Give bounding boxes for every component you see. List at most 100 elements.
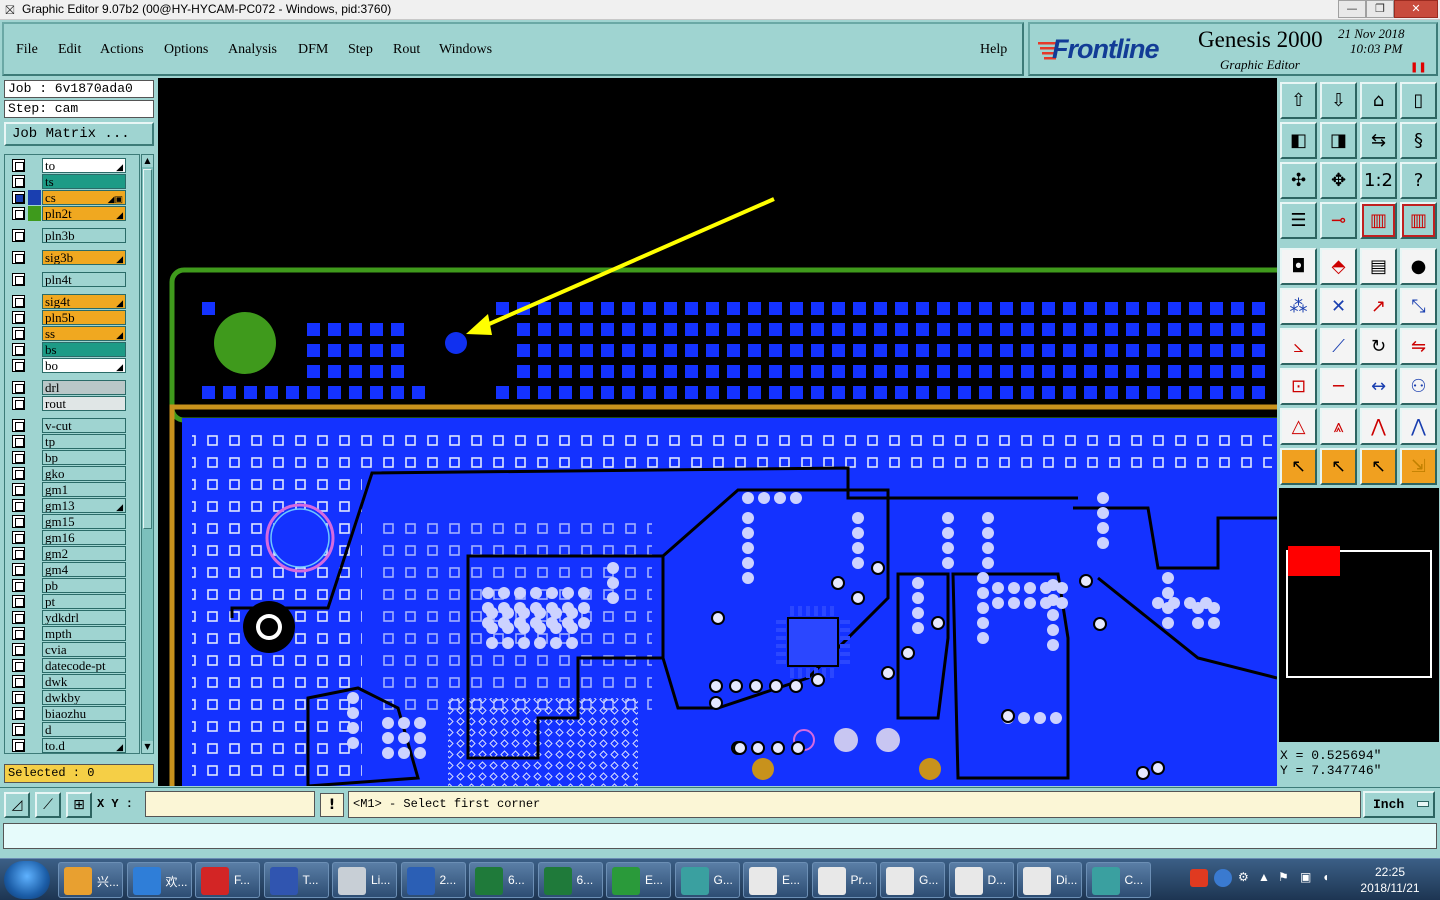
layer-checkbox[interactable] [12,691,25,704]
layer-checkbox[interactable] [12,563,25,576]
taskbar-item[interactable]: Li... [332,862,397,898]
layer-name[interactable]: cs ◢▣ [42,190,126,205]
layer-name[interactable]: gm16 [42,530,126,545]
taskbar-item[interactable]: G... [880,862,945,898]
layer-checkbox[interactable] [12,207,25,220]
layer-filter-2-icon[interactable]: ▥ [1400,202,1437,239]
taskbar-item[interactable]: D... [948,862,1014,898]
layer-row[interactable]: dwkby [5,690,139,705]
layer-color-swatch[interactable] [28,530,41,545]
layer-color-swatch[interactable] [28,250,41,265]
layer-color-swatch[interactable] [28,626,41,641]
layer-row[interactable]: sig4t ◢ [5,294,139,309]
flip-icon[interactable]: ⇋ [1400,328,1437,365]
layer-name[interactable]: gm13 ◢ [42,498,126,513]
layer-name[interactable]: pt [42,594,126,609]
start-button[interactable] [4,861,50,899]
layer-checkbox[interactable] [12,229,25,242]
layer-row[interactable]: ydkdrl [5,610,139,625]
layer-name[interactable]: gm1 [42,482,126,497]
taskbar-item[interactable]: 6... [469,862,534,898]
redraw-icon[interactable]: § [1400,122,1437,159]
layer-checkbox[interactable] [12,381,25,394]
taskbar-item[interactable]: Pr... [811,862,877,898]
layer-filter-icon[interactable]: ▥ [1360,202,1397,239]
layer-name[interactable]: ts [42,174,126,189]
zoom-window-icon[interactable]: ▯ [1400,82,1437,119]
input-method-icon[interactable] [1190,869,1208,887]
layer-checkbox[interactable] [12,397,25,410]
layer-name[interactable]: gko [42,466,126,481]
layer-checkbox[interactable] [12,311,25,324]
layer-row[interactable]: cs ◢▣ [5,190,139,205]
copy-icon[interactable]: ⤡ [1400,288,1437,325]
layer-row[interactable]: bp [5,450,139,465]
layer-checkbox[interactable] [12,547,25,560]
layer-name[interactable]: datecode-pt [42,658,126,673]
tray-flag-icon[interactable]: ⚑ [1278,870,1289,884]
job-matrix-button[interactable]: Job Matrix ... [4,122,154,146]
arrow-up-icon[interactable]: ⋀ [1360,408,1397,445]
connect-icon[interactable]: ─ [1320,368,1357,405]
layer-row[interactable]: to.d ◢ [5,738,139,753]
snap-icon[interactable]: ⊸ [1320,202,1357,239]
layer-name[interactable]: drl [42,380,126,395]
layer-row[interactable]: pb [5,578,139,593]
menu-help[interactable]: Help [980,42,1007,58]
pcb-view[interactable] [158,78,1277,786]
layer-name[interactable]: gm15 [42,514,126,529]
units-select[interactable]: Inch [1363,791,1435,818]
line-icon[interactable]: ⬘ [1320,248,1357,285]
layer-row[interactable]: bo ◢ [5,358,139,373]
layer-name[interactable]: biaozhu [42,706,126,721]
layer-color-swatch[interactable] [28,642,41,657]
layer-color-swatch[interactable] [28,594,41,609]
layer-row[interactable]: pt [5,594,139,609]
snap-grid-icon[interactable]: ⊞ [66,792,92,818]
taskbar-item[interactable]: 兴... [58,862,123,898]
layer-checkbox[interactable] [12,327,25,340]
move-icon[interactable]: ↗ [1360,288,1397,325]
layer-checkbox[interactable] [12,611,25,624]
layer-name[interactable]: rout [42,396,126,411]
layer-row[interactable]: sig3b ◢ [5,250,139,265]
layer-checkbox[interactable] [12,483,25,496]
transform-icon[interactable]: ⊡ [1280,368,1317,405]
xy-input[interactable] [145,791,315,817]
layer-name[interactable]: mpth [42,626,126,641]
layer-name[interactable]: bs [42,342,126,357]
layer-row[interactable]: mpth [5,626,139,641]
circle-icon[interactable]: ● [1400,248,1437,285]
minimize-button[interactable]: — [1338,0,1366,18]
measure-icon[interactable]: ☰ [1280,202,1317,239]
layer-checkbox[interactable] [12,579,25,592]
layer-name[interactable]: bo ◢ [42,358,126,373]
triangle-2-icon[interactable]: ⩓ [1320,408,1357,445]
select-icon[interactable]: ↖ [1320,448,1357,485]
pad-icon[interactable]: ◘ [1280,248,1317,285]
swap-icon[interactable]: ⇆ [1360,122,1397,159]
layer-row[interactable]: pln5b [5,310,139,325]
layer-color-swatch[interactable] [28,514,41,529]
layer-checkbox[interactable] [12,159,25,172]
layer-color-swatch[interactable] [28,396,41,411]
layer-color-swatch[interactable] [28,706,41,721]
layer-color-swatch[interactable] [28,272,41,287]
layer-row[interactable]: dwk [5,674,139,689]
layer-checkbox[interactable] [12,643,25,656]
layer-checkbox[interactable] [12,627,25,640]
menu-step[interactable]: Step [348,42,373,58]
layer-checkbox[interactable] [12,359,25,372]
arrow-up-2-icon[interactable]: ⋀ [1400,408,1437,445]
layer-row[interactable]: gm1 [5,482,139,497]
taskbar-item[interactable]: 2... [400,862,466,898]
taskbar-item[interactable]: E... [743,862,808,898]
layer-checkbox[interactable] [12,739,25,752]
layer-color-swatch[interactable] [28,610,41,625]
fit-height-icon[interactable]: ✣ [1280,162,1317,199]
layer-name[interactable]: v-cut [42,418,126,433]
layer-row[interactable]: gm16 [5,530,139,545]
scroll-down-icon[interactable]: ▼ [142,741,153,753]
rotate-icon[interactable]: ↻ [1360,328,1397,365]
layer-name[interactable]: to ◢ [42,158,126,173]
